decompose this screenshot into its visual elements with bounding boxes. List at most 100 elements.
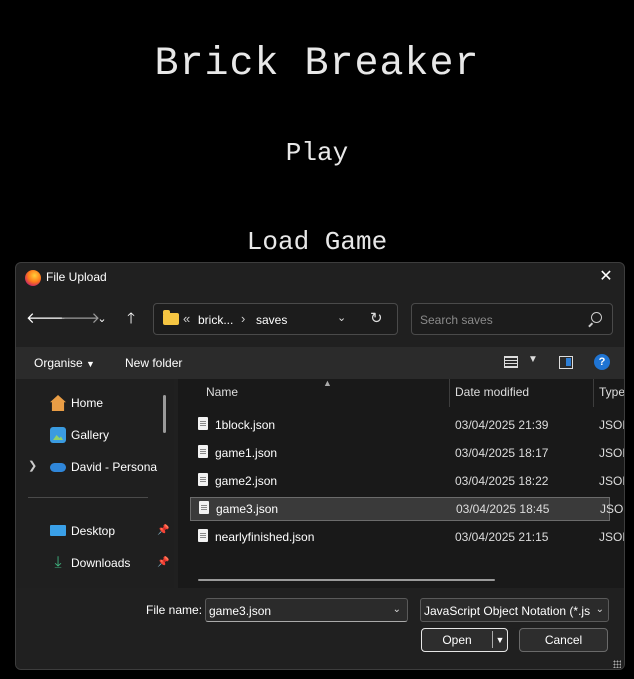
navigation-pane: Home Gallery ❯ David - Persona Desktop 📌… [16,379,174,588]
file-type: JSON [600,502,624,516]
sidebar-item-label: David - Persona [71,460,158,474]
sidebar-item-label: Downloads [71,556,131,570]
address-history-chevron-icon[interactable]: ⌄ [337,311,346,324]
file-row[interactable]: nearlyfinished.json 03/04/2025 21:15 JSO… [190,526,624,548]
column-header-name[interactable]: Name [206,385,238,399]
search-input[interactable]: Search saves [420,313,493,327]
cancel-button[interactable]: Cancel [519,628,608,652]
file-name-value: game3.json [209,604,272,618]
file-type: JSON [599,474,624,488]
file-icon [199,501,209,514]
file-type: JSON [599,530,624,544]
file-icon [198,417,208,430]
sidebar-item-gallery[interactable]: Gallery [16,423,174,449]
file-icon [198,445,208,458]
preview-pane-icon[interactable] [559,356,573,369]
firefox-icon [25,270,41,286]
file-type-select[interactable]: JavaScript Object Notation (*.js ⌄ [420,598,609,622]
breadcrumb-separator: › [241,311,246,326]
file-name: game2.json [215,474,278,488]
dialog-title: File Upload [46,270,107,284]
play-menu-item[interactable]: Play [0,138,634,168]
download-icon: ⤓ [54,554,62,571]
search-icon [591,312,602,323]
breadcrumb-brick[interactable]: brick... [198,313,233,327]
sidebar-item-home[interactable]: Home [16,391,174,417]
expand-chevron-icon[interactable]: ❯ [28,459,37,472]
file-row[interactable]: game2.json 03/04/2025 18:22 JSON [190,470,624,492]
organise-menu-button[interactable]: Organise ▼ [34,356,95,370]
sidebar-item-label: Desktop [71,524,116,538]
breadcrumb-saves[interactable]: saves [256,313,287,327]
refresh-icon[interactable]: ↻ [370,309,383,327]
file-name: game3.json [216,502,279,516]
file-name: game1.json [215,446,278,460]
back-arrow-icon[interactable]: 🡐 [26,308,66,330]
forward-arrow-icon[interactable]: 🡒 [60,308,100,330]
cloud-icon [50,463,66,472]
organise-label: Organise [34,356,83,370]
file-name-label: File name: [146,603,203,617]
file-type: JSON [599,418,624,432]
load-game-menu-item[interactable]: Load Game [0,227,634,257]
help-icon[interactable]: ? [594,354,610,370]
file-type: JSON [599,446,624,460]
chevron-down-icon: ▼ [86,359,95,369]
desktop-icon [50,525,66,536]
sidebar-divider [28,497,148,498]
sort-ascending-icon: ▲ [323,378,332,388]
home-icon [50,395,66,411]
pin-icon: 📌 [157,525,170,536]
file-name: 1block.json [215,418,276,432]
file-name-field[interactable]: game3.json ⌄ [205,598,408,622]
file-type-value: JavaScript Object Notation (*.js [424,604,591,618]
file-date: 03/04/2025 21:15 [455,530,549,544]
file-row[interactable]: 1block.json 03/04/2025 21:39 JSON [190,414,624,436]
gallery-icon [50,427,66,443]
address-bar[interactable]: « brick... › saves ⌄ ↻ [153,303,398,335]
game-title: Brick Breaker [154,42,480,87]
open-button[interactable]: Open ▼ [421,628,508,652]
sidebar-item-downloads[interactable]: ⤓ Downloads 📌 [16,551,174,577]
resize-grip-icon[interactable] [613,660,621,668]
view-options-icon[interactable] [504,356,518,368]
file-name: nearlyfinished.json [215,530,315,544]
sidebar-item-label: Home [71,396,104,410]
file-date: 03/04/2025 18:17 [455,446,549,460]
file-upload-dialog: File Upload ✕ 🡐 🡒 ⌄ 🡑 « brick... › saves… [15,262,625,670]
chevron-down-icon: ⌄ [593,604,604,615]
file-date: 03/04/2025 18:22 [455,474,549,488]
file-row[interactable]: game1.json 03/04/2025 18:17 JSON [190,442,624,464]
folder-icon [163,310,179,325]
sidebar-item-label: Gallery [71,428,110,442]
file-list: ▲ Name Date modified Type 1block.json 03… [178,378,624,588]
dialog-footer: File name: game3.json ⌄ JavaScript Objec… [16,588,624,669]
column-divider[interactable] [593,379,594,407]
split-divider [492,631,493,648]
column-header-type[interactable]: Type [599,385,624,399]
chevron-down-icon[interactable]: ⌄ [393,604,401,615]
pin-icon: 📌 [157,557,170,568]
horizontal-scrollbar[interactable] [198,579,495,581]
search-box[interactable]: Search saves [411,303,613,335]
new-folder-button[interactable]: New folder [125,356,182,370]
file-icon [198,529,208,542]
file-date: 03/04/2025 21:39 [455,418,549,432]
file-date: 03/04/2025 18:45 [456,502,550,516]
breadcrumb-overflow[interactable]: « [183,311,190,326]
navigation-bar: 🡐 🡒 ⌄ 🡑 « brick... › saves ⌄ ↻ Search sa… [16,299,624,339]
sidebar-item-onedrive[interactable]: ❯ David - Persona [16,455,174,481]
open-button-label: Open [442,633,472,647]
dialog-titlebar: File Upload ✕ [16,263,624,293]
file-icon [198,473,208,486]
column-header-date[interactable]: Date modified [455,385,529,399]
sidebar-item-desktop[interactable]: Desktop 📌 [16,519,174,545]
open-options-chevron-icon[interactable]: ▼ [494,629,506,651]
recent-locations-chevron-icon[interactable]: ⌄ [91,308,113,330]
column-divider[interactable] [449,379,450,407]
close-icon[interactable]: ✕ [596,267,616,287]
up-arrow-icon[interactable]: 🡑 [120,308,142,330]
command-bar: Organise ▼ New folder ▼ ? [16,347,624,379]
chevron-down-icon[interactable]: ▼ [528,354,538,365]
file-row-selected[interactable]: game3.json 03/04/2025 18:45 JSON [190,497,624,521]
